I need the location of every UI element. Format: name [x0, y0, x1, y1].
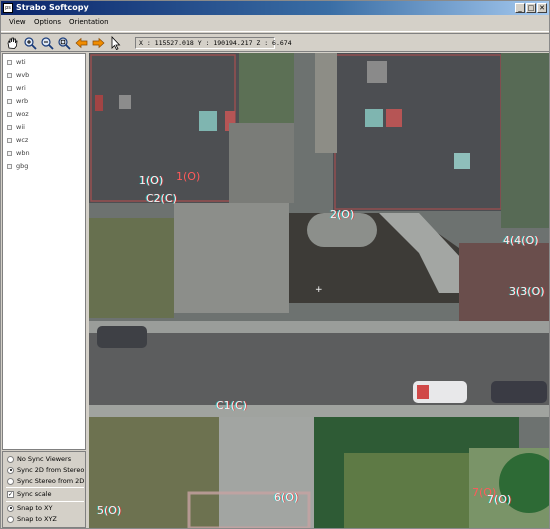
- layer-checkbox[interactable]: [7, 59, 12, 65]
- options-divider: [6, 501, 84, 502]
- option-sync-2d-from-stereo[interactable]: Sync 2D from Stereo: [7, 466, 84, 474]
- option-sync-stereo-from-2d[interactable]: Sync Stereo from 2D: [7, 477, 84, 485]
- layer-label: wri: [16, 84, 26, 92]
- option-label: Sync 2D from Stereo: [17, 466, 85, 474]
- zoom-out-icon[interactable]: [40, 36, 55, 50]
- layer-item[interactable]: woz: [7, 110, 29, 118]
- sync-options-panel: No Sync Viewers Sync 2D from Stereo Sync…: [2, 451, 86, 528]
- option-snap-xy[interactable]: Snap to XY: [7, 504, 52, 512]
- layer-item[interactable]: wcz: [7, 136, 28, 144]
- radio-no-sync[interactable]: [7, 455, 14, 463]
- crosshair-cursor-icon: +: [315, 285, 323, 295]
- point-label[interactable]: 6(O): [274, 491, 298, 504]
- layer-item[interactable]: wbn: [7, 149, 30, 157]
- app-logo-icon: ps: [3, 3, 13, 13]
- layer-label: wii: [16, 123, 25, 131]
- layer-label: wti: [16, 58, 26, 66]
- layer-label: wcz: [16, 136, 29, 144]
- layer-checkbox[interactable]: [7, 124, 12, 130]
- menu-orientation[interactable]: Orientation: [69, 18, 109, 26]
- layer-item[interactable]: wii: [7, 123, 25, 131]
- option-label: Sync Stereo from 2D: [17, 477, 85, 485]
- layer-item[interactable]: wti: [7, 58, 26, 66]
- stereo-image-viewer[interactable]: 1(O) 1(O) C2(C) 2(O) 4(4(O) 3(3(O) C1(C)…: [89, 53, 549, 528]
- zoom-fit-icon[interactable]: [57, 36, 72, 50]
- option-label: No Sync Viewers: [17, 455, 72, 463]
- layer-checkbox[interactable]: [7, 150, 12, 156]
- point-label[interactable]: 5(O): [97, 504, 121, 517]
- menu-bar: View Options Orientation: [1, 15, 549, 32]
- arrow-left-icon[interactable]: [74, 36, 89, 50]
- point-label[interactable]: C1(C): [216, 399, 247, 412]
- layer-list[interactable]: wti wvb wri wrb woz wii wcz wbn gbg: [2, 53, 86, 450]
- layer-label: woz: [16, 110, 29, 118]
- layer-item[interactable]: wrb: [7, 97, 28, 105]
- option-label: Snap to XY: [17, 504, 53, 512]
- layer-label: wrb: [16, 97, 29, 105]
- radio-sync-2d-from-stereo[interactable]: [7, 466, 14, 474]
- layer-checkbox[interactable]: [7, 137, 12, 143]
- window-title: Strabo Softcopy: [16, 3, 89, 12]
- layer-label: gbg: [16, 162, 29, 170]
- radio-snap-xy[interactable]: [7, 504, 14, 512]
- option-no-sync[interactable]: No Sync Viewers: [7, 455, 71, 463]
- layer-item[interactable]: wvb: [7, 71, 29, 79]
- menu-view[interactable]: View: [9, 18, 26, 26]
- option-snap-xyz[interactable]: Snap to XYZ: [7, 515, 57, 523]
- app-window: ps Strabo Softcopy _ □ ✕ View Options Or…: [0, 0, 550, 529]
- point-label[interactable]: C2(C): [146, 192, 177, 205]
- layer-checkbox[interactable]: [7, 163, 12, 169]
- title-bar[interactable]: ps Strabo Softcopy _ □ ✕: [1, 1, 549, 15]
- coordinate-readout: X : 115527.018 Y : 190194.217 Z : 6.674: [135, 37, 292, 49]
- checkbox-sync-scale[interactable]: ✓: [7, 490, 14, 498]
- close-button[interactable]: ✕: [537, 3, 547, 13]
- zoom-in-icon[interactable]: [23, 36, 38, 50]
- point-label[interactable]: 3(3(O): [509, 285, 545, 298]
- options-divider: [6, 487, 84, 488]
- pan-hand-icon[interactable]: [5, 36, 20, 50]
- option-label: Sync scale: [17, 490, 52, 498]
- point-label[interactable]: 1(O): [139, 174, 163, 187]
- layer-item[interactable]: gbg: [7, 162, 28, 170]
- menu-options[interactable]: Options: [34, 18, 61, 26]
- option-label: Snap to XYZ: [17, 515, 57, 523]
- point-label[interactable]: 1(O): [176, 170, 200, 183]
- maximize-button[interactable]: □: [526, 3, 536, 13]
- point-label[interactable]: 4(4(O): [503, 234, 539, 247]
- radio-sync-stereo-from-2d[interactable]: [7, 477, 14, 485]
- point-label[interactable]: 7(O): [487, 493, 511, 506]
- layer-label: wbn: [16, 149, 30, 157]
- layer-item[interactable]: wri: [7, 84, 26, 92]
- layer-checkbox[interactable]: [7, 85, 12, 91]
- arrow-right-icon[interactable]: [91, 36, 106, 50]
- toolbar: X : 115527.018 Y : 190194.217 Z : 6.674: [1, 33, 549, 52]
- pointer-icon[interactable]: [108, 35, 123, 51]
- layer-checkbox[interactable]: [7, 98, 12, 104]
- layer-label: wvb: [16, 71, 30, 79]
- layer-checkbox[interactable]: [7, 72, 12, 78]
- radio-snap-xyz[interactable]: [7, 515, 14, 523]
- minimize-button[interactable]: _: [515, 3, 525, 13]
- option-sync-scale[interactable]: ✓ Sync scale: [7, 490, 51, 498]
- layer-checkbox[interactable]: [7, 111, 12, 117]
- point-label[interactable]: 2(O): [330, 208, 354, 221]
